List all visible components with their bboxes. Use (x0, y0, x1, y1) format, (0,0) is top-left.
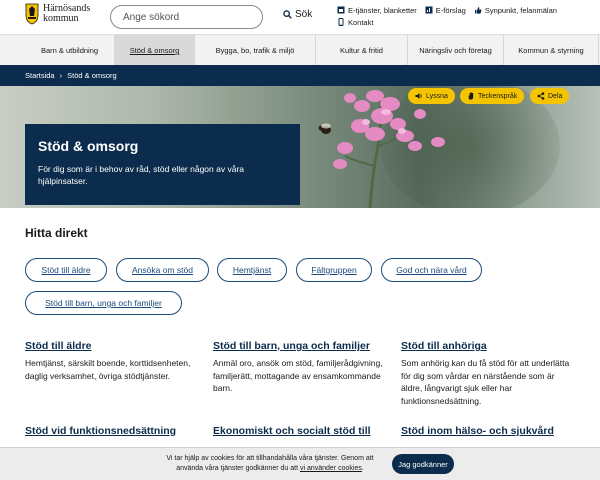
nav-item-label: Kultur & fritid (340, 46, 383, 55)
quick-link-faltgruppen[interactable]: Fältgruppen (296, 258, 372, 282)
breadcrumb-separator: › (59, 71, 63, 80)
search-button-label: Sök (295, 9, 313, 20)
speaker-icon (415, 93, 422, 99)
quick-link-barn-unga-familjer[interactable]: Stöd till barn, unga och familjer (25, 291, 182, 315)
cookie-text-line1: Vi tar hjälp av cookies för att tillhand… (166, 455, 374, 462)
card-title-barn-unga[interactable]: Stöd till barn, unga och familjer (213, 340, 370, 352)
municipal-crest-icon (25, 3, 39, 25)
cookie-banner: Vi tar hjälp av cookies för att tillhand… (0, 447, 600, 480)
hand-icon (468, 92, 474, 100)
main-navigation: Barn & utbildning Stöd & omsorg Bygga, b… (0, 34, 600, 66)
search-button[interactable]: Sök (283, 9, 312, 20)
listen-label: Lyssna (426, 92, 448, 100)
cookie-policy-link[interactable]: vi använder cookies (300, 465, 362, 472)
nav-item-label: Stöd & omsorg (129, 46, 180, 55)
quick-link-ansoka-stod[interactable]: Ansöka om stöd (116, 258, 209, 282)
utility-links: E-tjänster, blanketter E-förslag Synpunk… (337, 4, 597, 28)
cookie-text-end: . (361, 465, 364, 472)
nav-item-barn-utbildning[interactable]: Barn & utbildning (25, 35, 115, 66)
phone-icon (338, 18, 344, 26)
logo-line2: kommun (43, 13, 79, 24)
nav-item-bygga-bo[interactable]: Bygga, bo, trafik & miljö (195, 35, 316, 66)
nav-item-label: Kommun & styrning (518, 46, 584, 55)
e-services-icon (337, 6, 345, 14)
quick-links-heading: Hitta direkt (25, 226, 88, 240)
listen-button[interactable]: Lyssna (408, 88, 455, 104)
contact-label: Kontakt (348, 17, 374, 27)
nav-item-label: Näringsliv och företag (419, 46, 492, 55)
share-button[interactable]: Dela (530, 88, 570, 104)
search-icon (283, 10, 292, 19)
card-desc-barn-unga: Anmäl oro, ansök om stöd, familjerådgivn… (213, 358, 383, 393)
card-desc-anhoriga: Som anhörig kan du få stöd för att under… (401, 358, 570, 406)
nav-item-kommun-styrning[interactable]: Kommun & styrning (504, 35, 599, 66)
cookie-text: Vi tar hjälp av cookies för att tillhand… (150, 454, 390, 474)
feedback-label: Synpunkt, felanmälan (484, 5, 557, 15)
breadcrumb-home[interactable]: Startsida (25, 71, 55, 80)
nav-item-stod-omsorg[interactable]: Stöd & omsorg (115, 35, 195, 66)
card-title-stod-aldre[interactable]: Stöd till äldre (25, 340, 92, 352)
card-title-halso-sjukvard[interactable]: Stöd inom hälso- och sjukvård (401, 425, 554, 437)
nav-item-kultur-fritid[interactable]: Kultur & fritid (316, 35, 408, 66)
page-title: Stöd & omsorg (38, 138, 139, 154)
quick-link-stod-aldre[interactable]: Stöd till äldre (25, 258, 107, 282)
search-input[interactable]: Ange sökord (110, 5, 263, 29)
sign-language-label: Teckenspråk (478, 92, 518, 100)
cookie-text-line2: använda våra tjänster godkänner du att (176, 465, 300, 472)
page-lead: För dig som är i behov av råd, stöd elle… (38, 164, 244, 186)
e-proposal-link[interactable]: E-förslag (425, 6, 466, 15)
site-header: Härnösands kommun Ange sökord Sök E-tjän… (0, 0, 600, 34)
nav-item-naringsliv[interactable]: Näringsliv och företag (408, 35, 504, 66)
site-logo[interactable]: Härnösands kommun (25, 3, 90, 25)
card-desc-stod-aldre: Hemtjänst, särskilt boende, korttidsenhe… (25, 358, 191, 381)
hero-intro-box: Stöd & omsorg För dig som är i behov av … (25, 124, 300, 205)
sign-language-button[interactable]: Teckenspråk (460, 88, 525, 104)
card-title-funktionsnedsattning[interactable]: Stöd vid funktionsnedsättning (25, 425, 176, 437)
breadcrumb-current: Stöd & omsorg (67, 71, 117, 80)
e-services-label: E-tjänster, blanketter (348, 5, 417, 15)
nav-item-label: Barn & utbildning (40, 46, 99, 55)
card-title-ekonomiskt-stod[interactable]: Ekonomiskt och socialt stöd till (213, 425, 371, 437)
share-label: Dela (548, 92, 563, 100)
e-services-link[interactable]: E-tjänster, blanketter (337, 6, 417, 15)
nav-item-label: Bygga, bo, trafik & miljö (215, 46, 295, 55)
search-placeholder: Ange sökord (123, 11, 180, 23)
breadcrumb: Startsida › Stöd & omsorg (0, 65, 600, 86)
quick-link-god-nara-vard[interactable]: God och nära vård (381, 258, 482, 282)
e-proposal-icon (425, 6, 433, 14)
thumbs-up-icon (474, 7, 482, 14)
feedback-link[interactable]: Synpunkt, felanmälan (474, 6, 557, 15)
logo-text: Härnösands kommun (43, 4, 90, 24)
contact-link[interactable]: Kontakt (337, 18, 373, 27)
e-proposal-label: E-förslag (435, 5, 466, 15)
quick-link-hemtjanst[interactable]: Hemtjänst (217, 258, 287, 282)
share-icon (537, 92, 545, 100)
card-title-anhoriga[interactable]: Stöd till anhöriga (401, 340, 487, 352)
accept-cookies-button[interactable]: Jag godkänner (392, 454, 454, 474)
